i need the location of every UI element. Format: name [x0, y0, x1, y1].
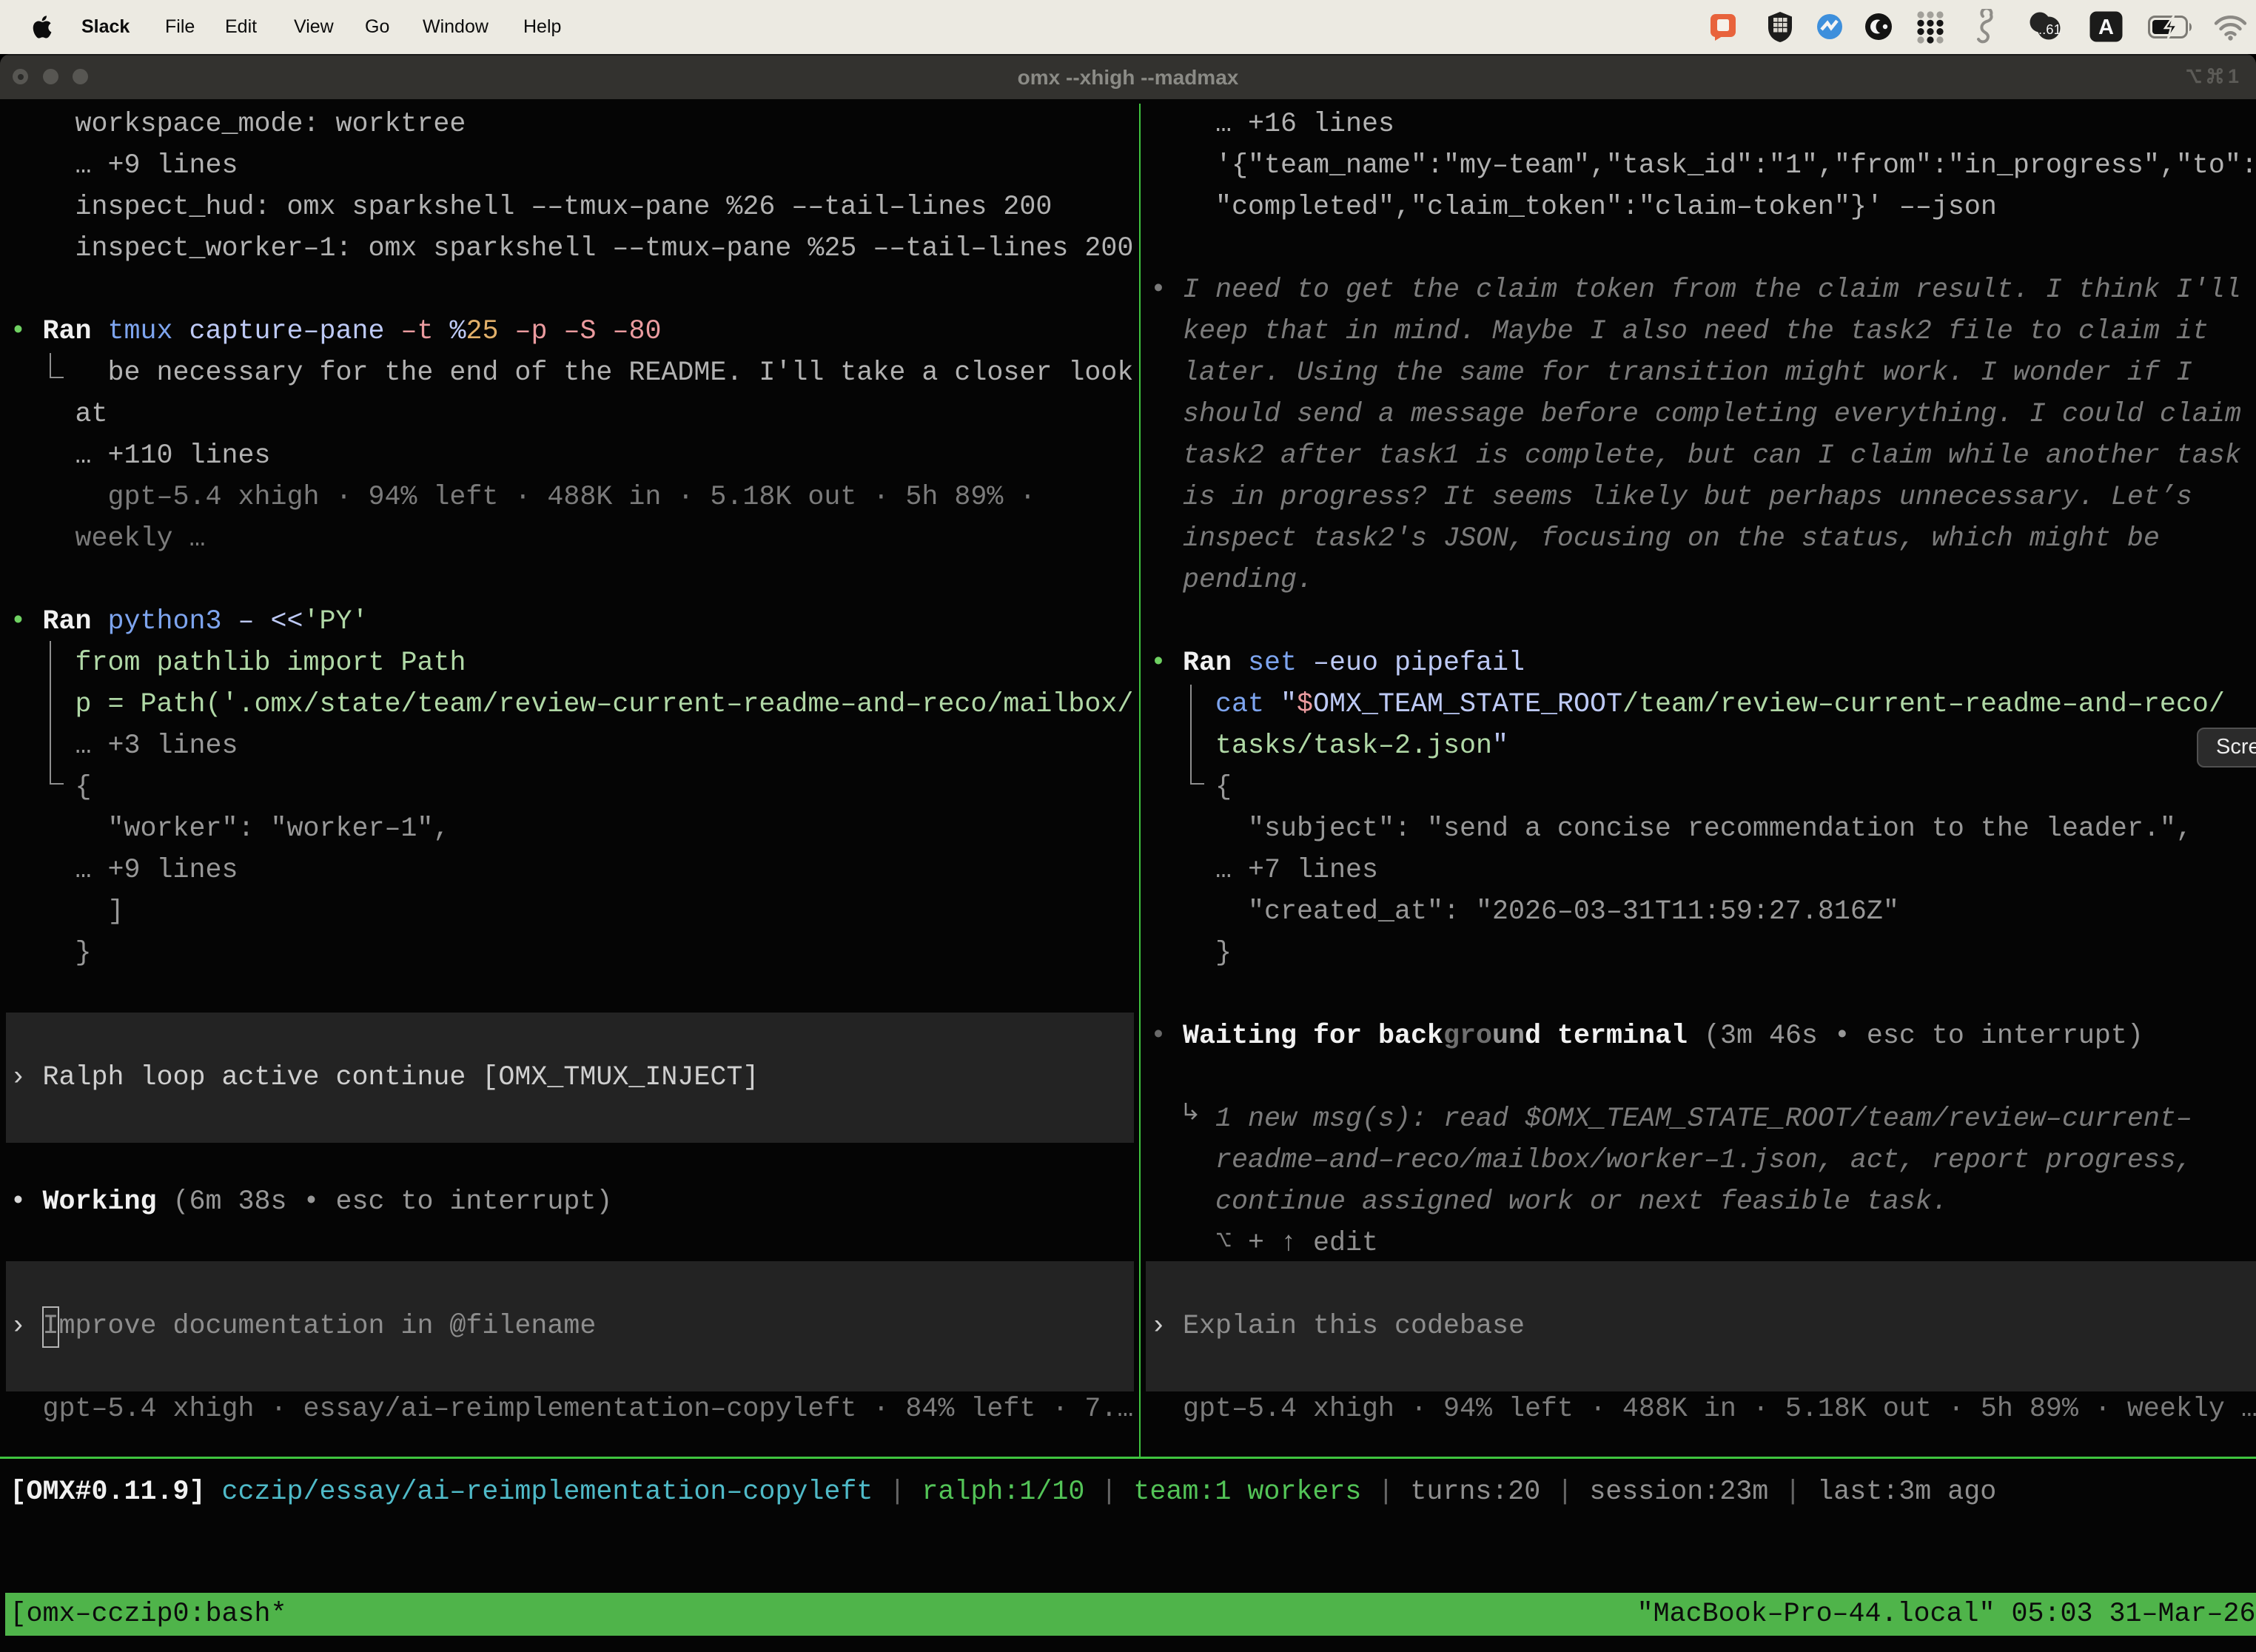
- svg-text:..61: ..61: [2038, 21, 2061, 37]
- svg-text:A: A: [2098, 16, 2114, 39]
